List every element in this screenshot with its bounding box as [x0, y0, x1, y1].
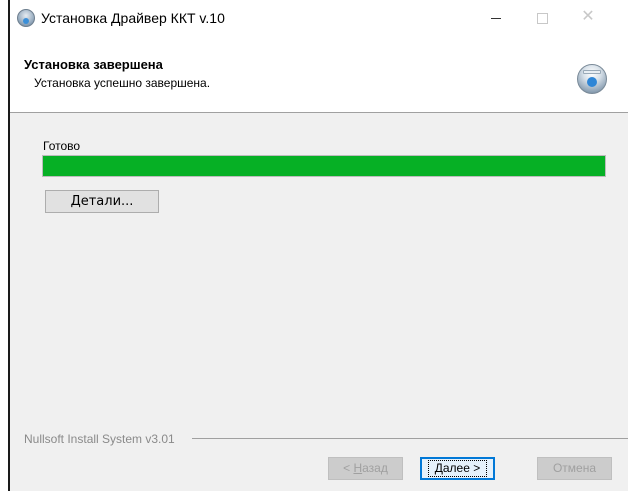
footer-divider: [192, 438, 628, 439]
minimize-icon: [491, 17, 501, 19]
installer-disc-icon: [577, 64, 607, 94]
maximize-icon: [536, 12, 548, 24]
progress-bar: [42, 155, 606, 177]
page-title: Установка завершена: [24, 57, 163, 72]
nsis-branding: Nullsoft Install System v3.01: [24, 432, 175, 446]
next-button-mnemonic: Д: [434, 461, 443, 475]
details-button-label: етали...: [80, 194, 134, 209]
details-button[interactable]: Детали...: [45, 190, 159, 213]
download-arrow-icon: [587, 77, 597, 87]
wizard-header: Установка завершена Установка успешно за…: [10, 36, 628, 113]
cancel-button[interactable]: Отмена: [537, 457, 612, 480]
close-button[interactable]: ✕: [565, 0, 611, 36]
disc-label-band: [583, 70, 601, 74]
back-button-label: азад: [362, 461, 388, 475]
window-title: Установка Драйвер ККТ v.10: [41, 10, 225, 26]
next-button-focus: Далее >: [427, 460, 488, 477]
next-button-label: алее >: [442, 461, 481, 475]
back-button-prefix: <: [343, 461, 354, 475]
progress-bar-fill: [43, 156, 605, 176]
back-button[interactable]: < Назад: [328, 457, 403, 480]
close-icon: ✕: [581, 8, 595, 25]
installer-window: Установка Драйвер ККТ v.10 ✕ Установка з…: [8, 0, 628, 491]
next-button[interactable]: Далее >: [420, 457, 495, 480]
back-button-mnemonic: Н: [353, 461, 363, 475]
title-bar[interactable]: Установка Драйвер ККТ v.10 ✕: [10, 0, 628, 36]
details-button-mnemonic: Д: [70, 194, 81, 209]
installer-disc-icon: [17, 9, 35, 27]
maximize-button[interactable]: [519, 0, 565, 36]
page-subtitle: Установка успешно завершена.: [34, 76, 211, 90]
status-label: Готово: [43, 139, 81, 153]
minimize-button[interactable]: [473, 0, 519, 36]
